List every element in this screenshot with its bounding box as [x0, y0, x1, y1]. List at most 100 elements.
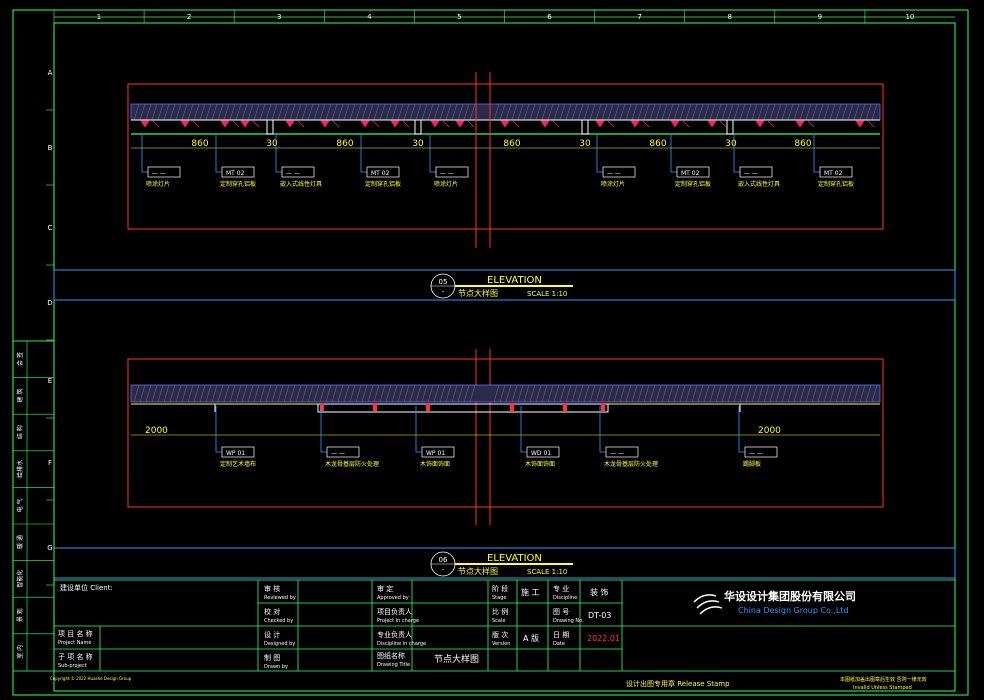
elevation-a-subtitle: 节点大样图 [458, 288, 498, 298]
material-tag-label: 定制艺术墙布 [220, 460, 256, 468]
light-ray [512, 120, 520, 128]
light-ray [467, 120, 475, 128]
company-name-cn: 华设设计集团股份有限公司 [724, 589, 856, 603]
elevation-b-title: ELEVATION [487, 553, 542, 564]
panel-joint [601, 403, 605, 411]
discipline-in-charge-label-en: Discipline in charge [377, 641, 426, 647]
material-tag-code: MT 02 [371, 170, 390, 177]
row-label: F [48, 459, 52, 467]
light-fixture-icon [360, 120, 370, 128]
material-tag-code: — — [286, 170, 300, 177]
column-label: 7 [637, 13, 641, 21]
material-tag-label: 木饰面饰面 [525, 460, 555, 468]
light-ray [442, 120, 450, 128]
version-label: 版 次 [492, 630, 508, 639]
discipline-in-charge-label: 专业负责人 [377, 630, 412, 639]
light-ray [332, 120, 340, 128]
material-tag-code: — — [610, 450, 624, 457]
light-fixture-icon [320, 120, 330, 128]
light-fixture-icon [285, 120, 295, 128]
column-labels: 1 2 3 4 5 6 7 8 9 10 [53, 10, 914, 23]
dimension-a: 860 [649, 139, 666, 149]
drawn-label-en: Drawn by [264, 664, 288, 670]
leader-line [320, 406, 327, 453]
date-label-en: Date [553, 641, 565, 647]
countersign-cell: 会 签 [16, 352, 24, 366]
light-ray [767, 120, 775, 128]
light-ray [372, 120, 380, 128]
column-label: 4 [367, 13, 372, 21]
checked-label: 校 对 [264, 607, 280, 616]
company-name-en: China Design Group Co.,Ltd [738, 606, 849, 615]
light-fixture-icon [220, 120, 230, 128]
material-tag-label: 踢脚板 [743, 460, 761, 468]
project-in-charge-label-en: Project in charge [377, 618, 419, 624]
countersign-cell: 建 筑 [16, 389, 24, 403]
leader-line [215, 406, 222, 453]
elevation-a-title: ELEVATION [487, 275, 542, 286]
light-fixture-icon [430, 120, 440, 128]
light-fixture-icon [670, 120, 680, 128]
break-lines [475, 72, 491, 525]
material-tag-code: MT 02 [681, 170, 700, 177]
leader-line [596, 135, 603, 173]
discipline-label: 专 业 [553, 584, 569, 593]
material-tag-code: WP 01 [226, 450, 245, 457]
elevation-b-scale: SCALE 1:10 [527, 568, 567, 576]
drawing-title: 节点大样图 [434, 653, 479, 665]
invalid-note: 本图纸加盖出图章后生效 否则一律无效 [840, 676, 927, 683]
light-fixture-icon [140, 120, 150, 128]
light-fixture-icon [795, 120, 805, 128]
invalid-note-en: Invalid Unless Stamped [853, 685, 912, 691]
material-tag-label: 定制穿孔铝板 [220, 180, 256, 188]
light-ray [232, 120, 240, 128]
elevation-b-number: 06 [439, 556, 448, 564]
panel-joint [426, 403, 430, 411]
divider-profile [266, 119, 274, 135]
leader-line [599, 406, 606, 453]
countersign-cell: 结 构 [16, 425, 24, 439]
light-fixture-icon [540, 120, 550, 128]
column-label: 10 [905, 13, 914, 21]
elevation-b-subtitle: 节点大样图 [458, 566, 498, 576]
date-value: 2022.01 [587, 634, 620, 643]
drawing-no-label: 图 号 [553, 608, 569, 616]
material-tag-code: — — [152, 170, 166, 177]
material-tag-label: 喷涂灯片 [434, 180, 458, 188]
discipline-label-en: Discipline [553, 595, 577, 601]
material-tag-label: 定制穿孔铝板 [818, 180, 854, 188]
leader-line [215, 135, 222, 173]
material-tag-code: MT 02 [824, 170, 843, 177]
ceiling-slab-a [130, 103, 881, 121]
dimension-a: 30 [725, 139, 737, 149]
elevation-a-scale: SCALE 1:10 [527, 290, 567, 298]
dimension-a: 860 [503, 139, 520, 149]
material-tag-code: — — [331, 450, 345, 457]
light-ray [297, 120, 305, 128]
dimension-a: 860 [191, 139, 208, 149]
light-ray [642, 120, 650, 128]
leader-line [738, 406, 745, 453]
column-label: 3 [277, 13, 281, 21]
column-label: 1 [97, 13, 101, 21]
drawing-no: DT-03 [588, 611, 611, 620]
leader-line [141, 135, 148, 173]
light-ray [867, 120, 875, 128]
drawing-title-label-en: Drawing Title [377, 662, 410, 668]
material-tag-code: — — [440, 170, 454, 177]
light-ray [192, 120, 200, 128]
drawing-title-label: 图纸名称 [377, 651, 405, 660]
designed-label-en: Designed by [264, 641, 295, 647]
countersign-cell: 景 观 [17, 608, 24, 622]
light-fixture-icon [707, 120, 717, 128]
leader-line [520, 406, 527, 453]
light-ray [719, 120, 727, 128]
side-strip: 会 签建 筑结 构给排水电 气暖 通智能化景 观室 内 [12, 340, 55, 672]
row-labels: A B C D E F G [46, 69, 54, 586]
material-tag-label: 木龙骨基层防火处理 [604, 460, 658, 468]
light-ray [807, 120, 815, 128]
light-ray [152, 120, 160, 128]
row-label: B [48, 144, 53, 152]
approved-label: 审 定 [377, 584, 393, 593]
countersign-cell: 室 内 [16, 645, 24, 659]
